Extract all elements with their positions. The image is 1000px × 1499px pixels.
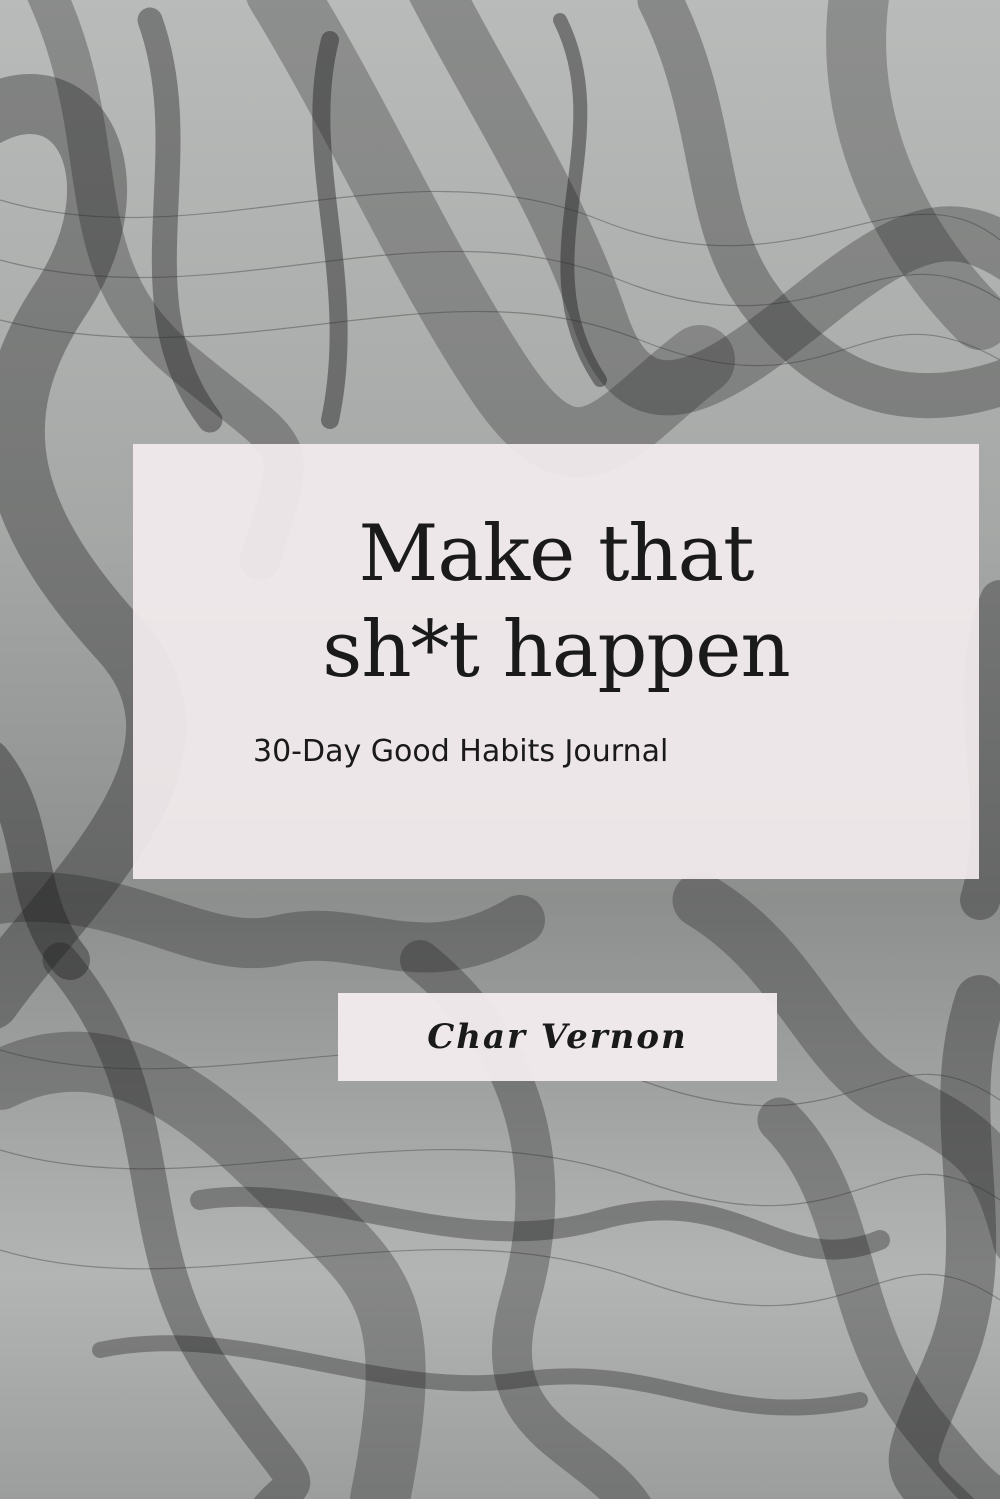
book-title: Make that sh*t happen <box>133 506 979 698</box>
author-name: Char Vernon <box>427 1017 688 1057</box>
title-line-1: Make that <box>358 509 754 599</box>
title-line-2: sh*t happen <box>322 605 790 695</box>
title-panel: Make that sh*t happen 30-Day Good Habits… <box>133 444 979 879</box>
book-subtitle: 30-Day Good Habits Journal <box>253 734 669 769</box>
author-panel: Char Vernon <box>338 993 777 1081</box>
book-cover: Make that sh*t happen 30-Day Good Habits… <box>0 0 1000 1499</box>
